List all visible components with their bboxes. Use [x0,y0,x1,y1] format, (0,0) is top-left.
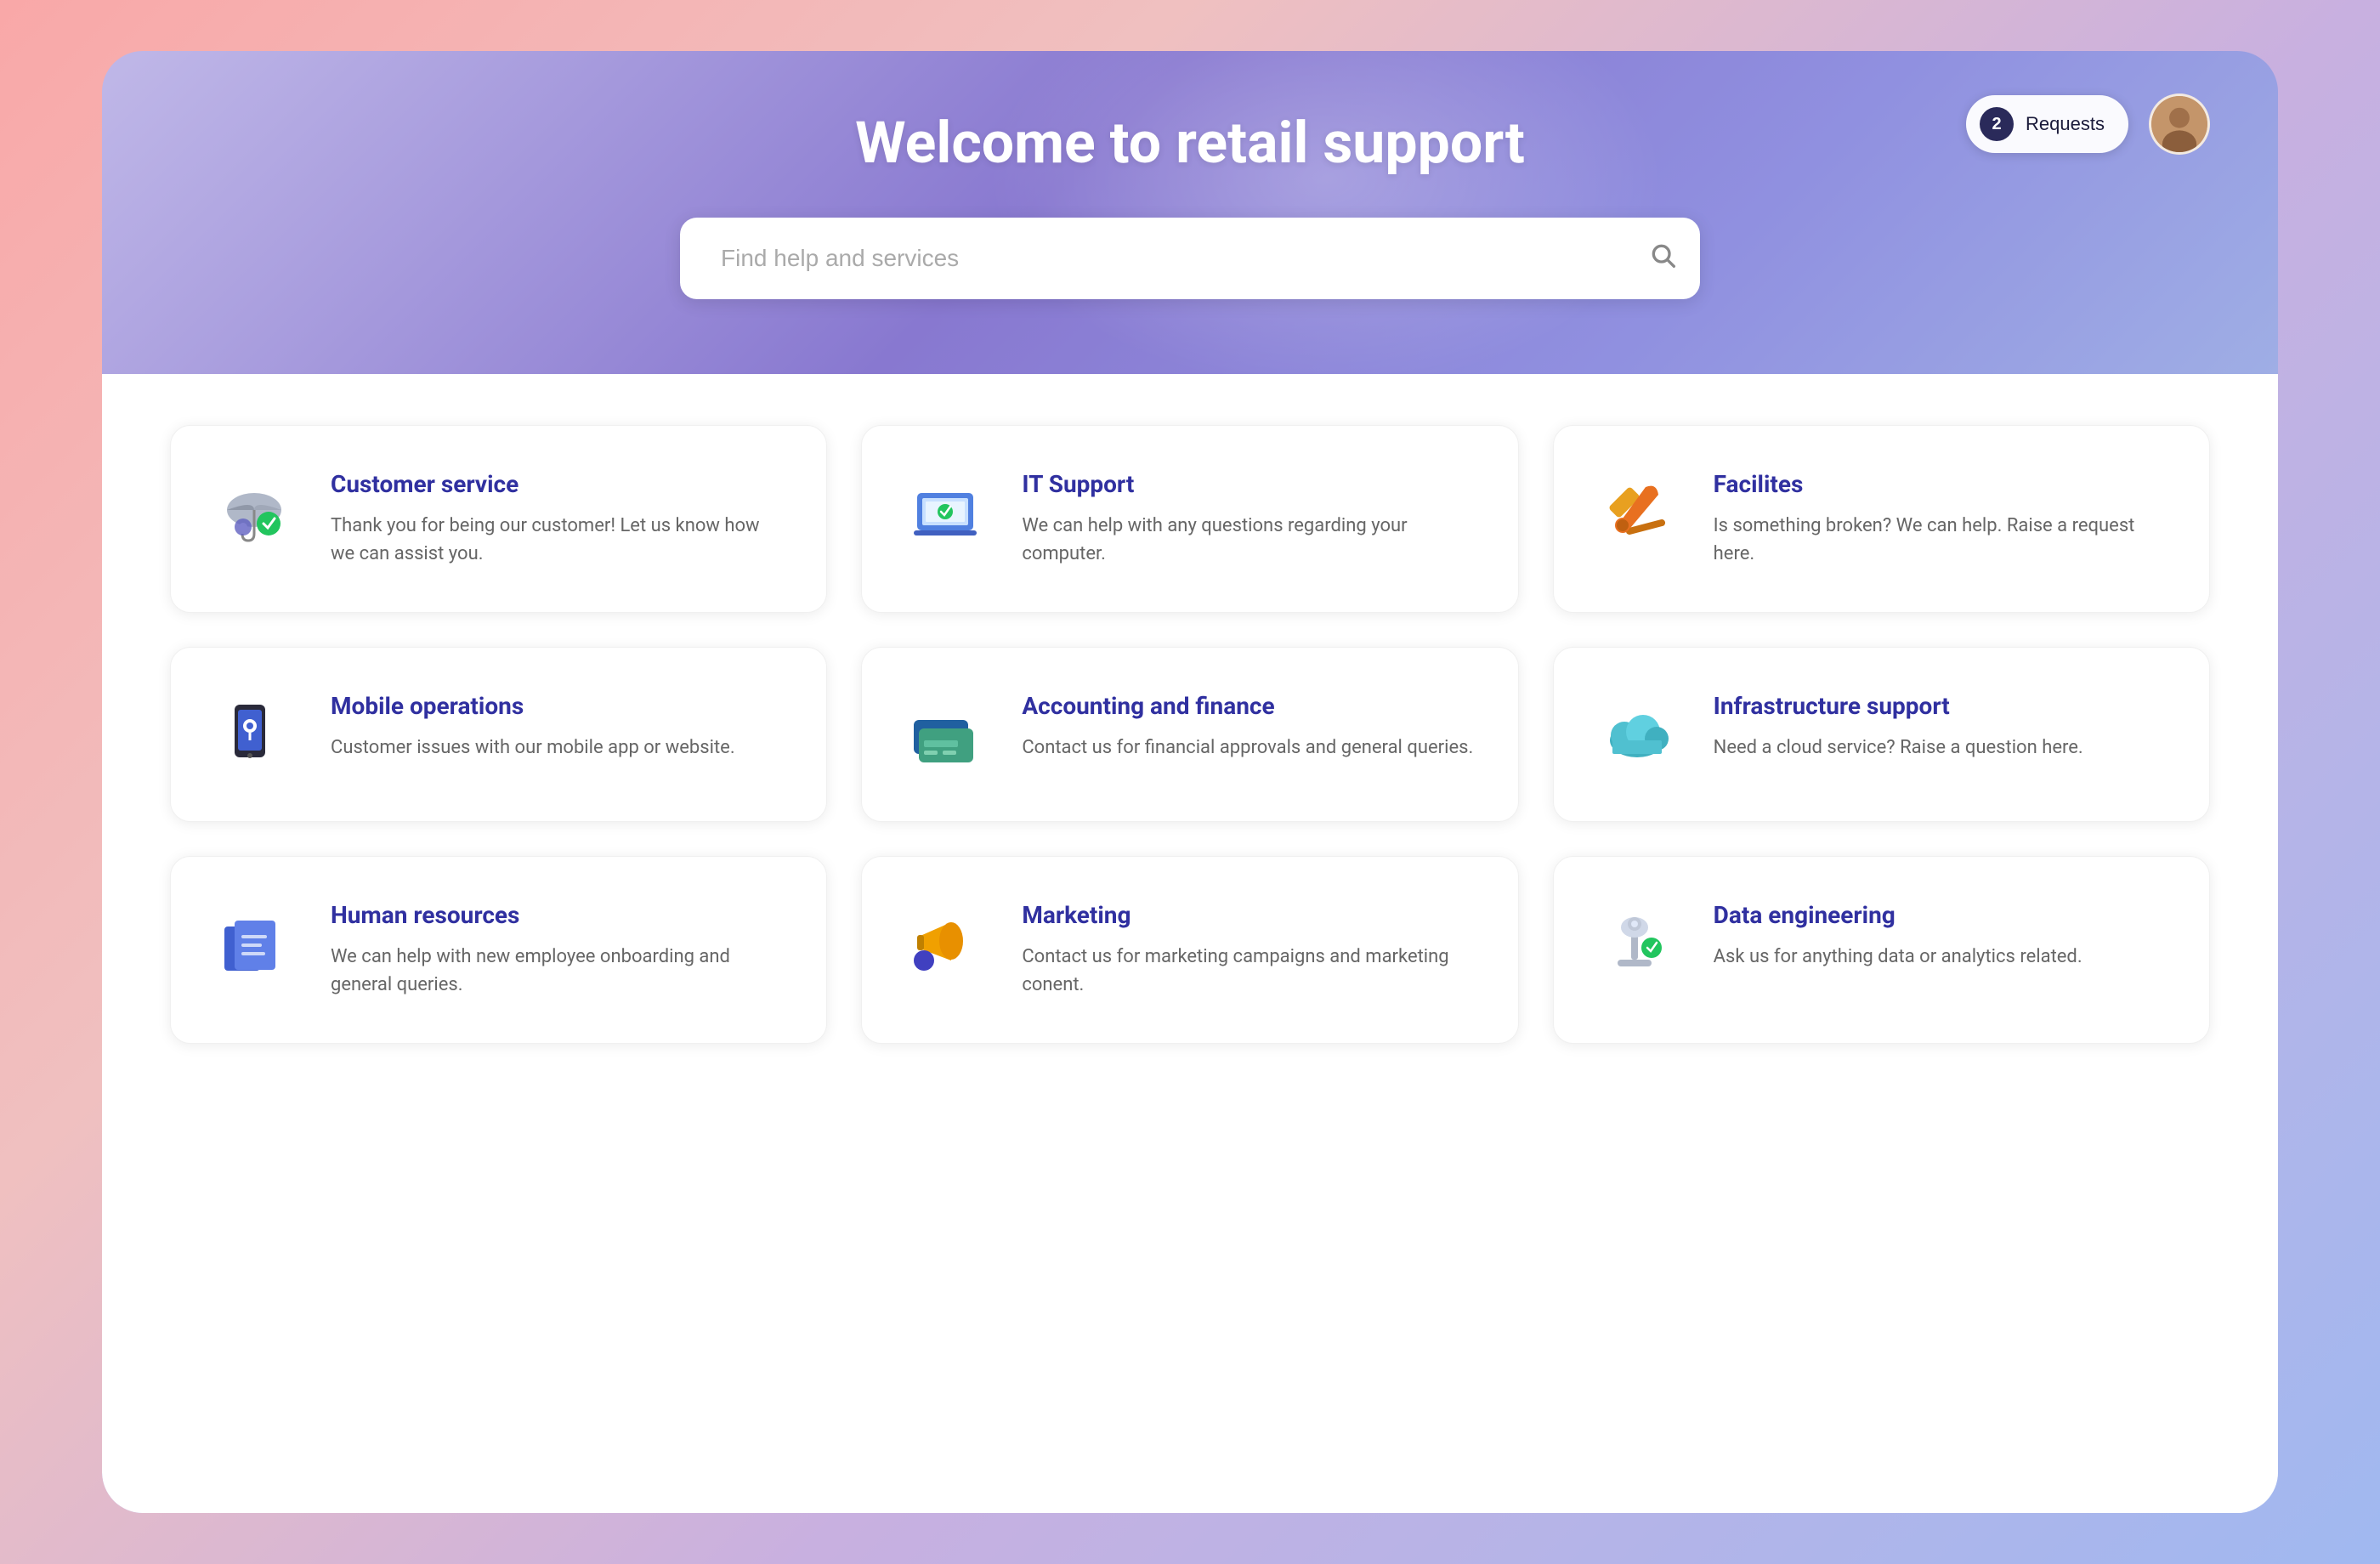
card-data-engineering-title: Data engineering [1714,901,2168,929]
avatar[interactable] [2149,94,2210,155]
card-it-support-title: IT Support [1022,470,1476,498]
header-nav: 2 Requests [1966,94,2210,155]
card-accounting-text: Accounting and finance Contact us for fi… [1022,692,1476,762]
card-accounting-desc: Contact us for financial approvals and g… [1022,734,1476,762]
app-container: 2 Requests Welcome to retail support [102,51,2278,1513]
card-mobile-operations-title: Mobile operations [331,692,785,720]
card-data-engineering[interactable]: Data engineering Ask us for anything dat… [1553,856,2210,1044]
card-infrastructure-desc: Need a cloud service? Raise a question h… [1714,734,2168,762]
accounting-icon [903,692,988,777]
card-infrastructure-text: Infrastructure support Need a cloud serv… [1714,692,2168,762]
cards-grid: Customer service Thank you for being our… [170,425,2210,1044]
card-facilities-text: Facilites Is something broken? We can he… [1714,470,2168,568]
card-mobile-operations-desc: Customer issues with our mobile app or w… [331,734,785,762]
search-button[interactable] [1649,241,1676,275]
card-hr-desc: We can help with new employee onboarding… [331,943,785,999]
card-hr[interactable]: Human resources We can help with new emp… [170,856,827,1044]
requests-badge: 2 [1980,107,2014,141]
card-infrastructure[interactable]: Infrastructure support Need a cloud serv… [1553,647,2210,822]
card-it-support-text: IT Support We can help with any question… [1022,470,1476,568]
customer-service-icon [212,470,297,555]
main-content: Customer service Thank you for being our… [102,374,2278,1513]
search-bar [680,218,1700,299]
card-data-engineering-desc: Ask us for anything data or analytics re… [1714,943,2168,971]
card-facilities-title: Facilites [1714,470,2168,498]
infrastructure-icon [1595,692,1680,777]
card-data-engineering-text: Data engineering Ask us for anything dat… [1714,901,2168,971]
card-customer-service-title: Customer service [331,470,785,498]
requests-button[interactable]: 2 Requests [1966,95,2128,153]
card-mobile-operations[interactable]: Mobile operations Customer issues with o… [170,647,827,822]
card-customer-service[interactable]: Customer service Thank you for being our… [170,425,827,613]
page-title: Welcome to retail support [855,109,1525,177]
card-marketing-title: Marketing [1022,901,1476,929]
card-marketing-text: Marketing Contact us for marketing campa… [1022,901,1476,999]
card-it-support-desc: We can help with any questions regarding… [1022,512,1476,568]
card-it-support[interactable]: IT Support We can help with any question… [861,425,1518,613]
card-marketing-desc: Contact us for marketing campaigns and m… [1022,943,1476,999]
card-facilities[interactable]: Facilites Is something broken? We can he… [1553,425,2210,613]
marketing-icon [903,901,988,986]
card-customer-service-text: Customer service Thank you for being our… [331,470,785,568]
card-accounting-title: Accounting and finance [1022,692,1476,720]
card-accounting-finance[interactable]: Accounting and finance Contact us for fi… [861,647,1518,822]
card-hr-text: Human resources We can help with new emp… [331,901,785,999]
card-marketing[interactable]: Marketing Contact us for marketing campa… [861,856,1518,1044]
data-engineering-icon [1595,901,1680,986]
card-mobile-operations-text: Mobile operations Customer issues with o… [331,692,785,762]
card-customer-service-desc: Thank you for being our customer! Let us… [331,512,785,568]
card-infrastructure-title: Infrastructure support [1714,692,2168,720]
it-support-icon [903,470,988,555]
facilities-icon [1595,470,1680,555]
hr-icon [212,901,297,986]
mobile-operations-icon [212,692,297,777]
requests-label: Requests [2026,113,2105,135]
header: 2 Requests Welcome to retail support [102,51,2278,374]
card-facilities-desc: Is something broken? We can help. Raise … [1714,512,2168,568]
card-hr-title: Human resources [331,901,785,929]
search-input[interactable] [680,218,1700,299]
